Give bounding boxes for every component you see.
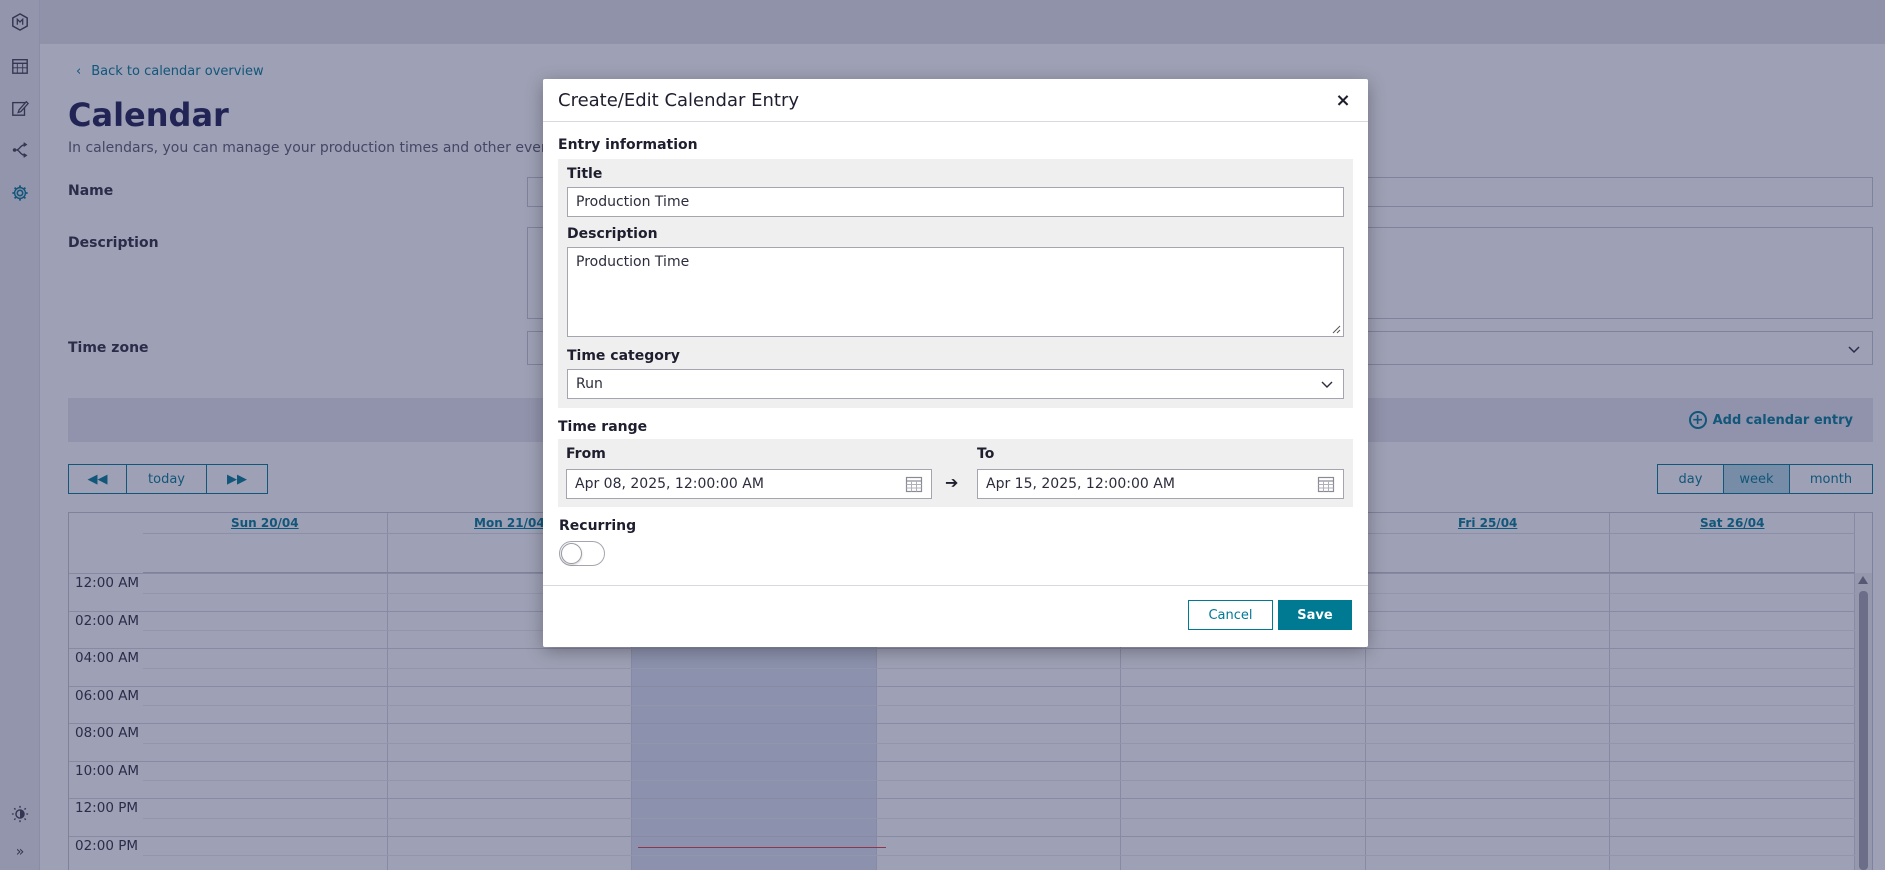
title-input[interactable]: Production Time [567,187,1344,217]
time-category-label: Time category [567,348,680,364]
entry-information-panel: Title Production Time Description Produc… [558,159,1353,408]
description-textarea-value: Production Time [576,254,690,270]
title-input-value: Production Time [576,194,690,210]
cancel-button[interactable]: Cancel [1188,600,1273,630]
time-category-select[interactable]: Run [567,369,1344,399]
chevron-down-icon [1321,381,1333,388]
to-date-input[interactable]: Apr 15, 2025, 12:00:00 AM [977,469,1344,499]
title-label: Title [567,166,603,182]
close-icon[interactable]: × [1333,90,1353,111]
dialog-footer: Cancel Save [543,585,1368,647]
description-label: Description [567,226,658,242]
from-label: From [566,446,606,462]
from-date-value: Apr 08, 2025, 12:00:00 AM [575,476,764,492]
from-date-input[interactable]: Apr 08, 2025, 12:00:00 AM [566,469,932,499]
description-textarea[interactable]: Production Time [567,247,1344,337]
dialog-header: Create/Edit Calendar Entry × [543,79,1368,122]
time-category-value: Run [576,376,603,392]
toggle-knob [561,543,582,564]
save-button[interactable]: Save [1278,600,1352,630]
resize-grip-icon[interactable] [1332,325,1341,334]
time-range-heading: Time range [558,419,648,435]
to-date-value: Apr 15, 2025, 12:00:00 AM [986,476,1175,492]
time-range-panel: From Apr 08, 2025, 12:00:00 AM ➔ To Apr … [558,439,1353,507]
recurring-toggle[interactable] [559,541,605,566]
recurring-label: Recurring [559,518,637,534]
calendar-entry-dialog: Create/Edit Calendar Entry × Entry infor… [543,79,1368,647]
range-arrow-icon: ➔ [945,473,959,492]
entry-information-heading: Entry information [558,137,698,153]
calendar-icon[interactable] [1317,475,1335,493]
calendar-icon[interactable] [905,475,923,493]
to-label: To [977,446,995,462]
dialog-title: Create/Edit Calendar Entry [558,89,800,111]
